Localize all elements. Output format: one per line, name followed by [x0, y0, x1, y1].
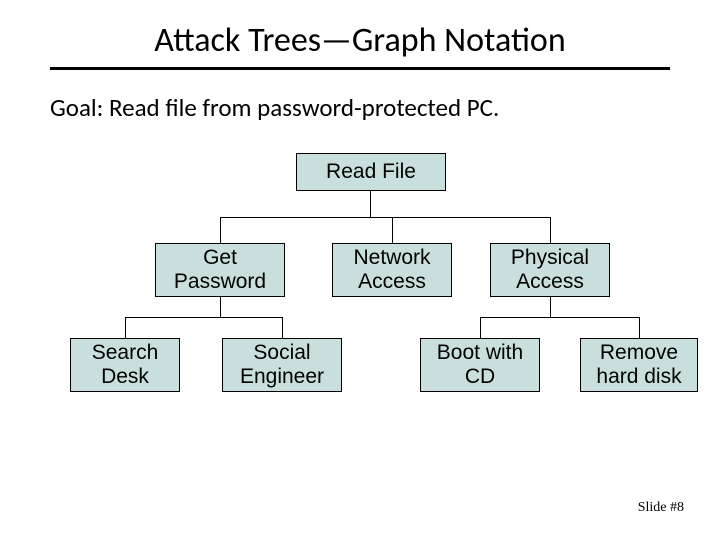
connector — [550, 297, 551, 317]
connector — [220, 297, 221, 317]
node-social-engineer: Social Engineer — [222, 338, 342, 392]
connector — [370, 191, 371, 217]
connector — [480, 317, 639, 318]
connector — [220, 217, 221, 243]
connector — [125, 317, 282, 318]
node-remove-hard-disk: Remove hard disk — [580, 338, 698, 392]
connector — [392, 217, 393, 243]
node-search-desk: Search Desk — [70, 338, 180, 392]
goal-text: Goal: Read file from password-protected … — [50, 92, 670, 123]
title-underline — [50, 67, 670, 70]
slide-number: Slide #8 — [638, 500, 684, 516]
slide-title: Attack Trees—Graph Notation — [50, 20, 670, 67]
attack-tree-diagram: Read File Get Password Network Access Ph… — [50, 153, 690, 433]
connector — [480, 317, 481, 338]
node-network-access: Network Access — [332, 243, 452, 297]
connector — [639, 317, 640, 338]
node-physical-access: Physical Access — [490, 243, 610, 297]
connector — [282, 317, 283, 338]
connector — [125, 317, 126, 338]
node-root: Read File — [296, 153, 446, 191]
node-get-password: Get Password — [155, 243, 285, 297]
connector — [550, 217, 551, 243]
node-boot-cd: Boot with CD — [420, 338, 540, 392]
connector — [220, 217, 550, 218]
